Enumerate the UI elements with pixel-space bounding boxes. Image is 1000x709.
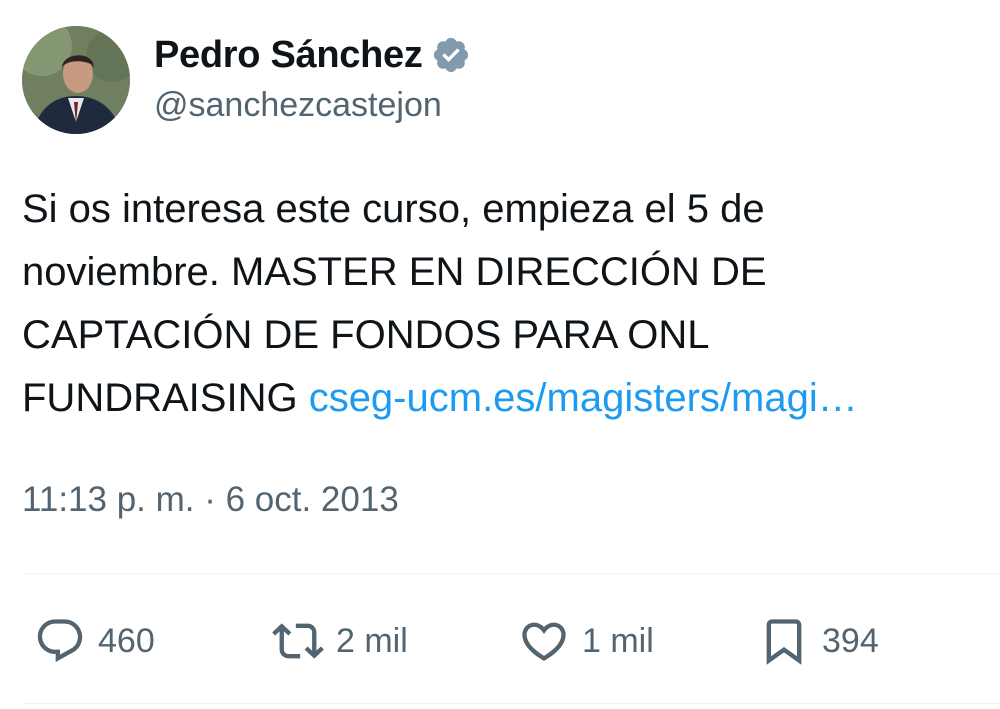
like-count: 1 mil [582,621,654,660]
avatar[interactable] [22,26,130,134]
reply-count: 460 [98,621,155,660]
tweet-text-line: CAPTACIÓN DE FONDOS PARA ONL [22,313,710,357]
heart-icon [518,615,570,667]
reply-button[interactable]: 460 [34,608,155,674]
divider [22,703,1000,704]
tweet-text-line: Si os interesa este curso, empieza el 5 … [22,187,765,231]
divider [22,573,1000,574]
retweet-icon [272,615,324,667]
tweet-timestamp[interactable]: 11:13 p. m. · 6 oct. 2013 [22,480,399,520]
tweet-text-fragment: FUNDRAISING [22,376,309,420]
retweet-count: 2 mil [336,621,408,660]
bookmark-button[interactable]: 394 [758,608,879,674]
like-button[interactable]: 1 mil [518,608,654,674]
bookmark-icon [758,615,810,667]
tweet-link[interactable]: cseg-ucm.es/magisters/magi… [309,376,858,420]
verified-badge-icon [431,35,471,75]
author-name-row: Pedro Sánchez [154,30,471,80]
bookmark-count: 394 [822,621,879,660]
retweet-button[interactable]: 2 mil [272,608,408,674]
tweet-text: Si os interesa este curso, empieza el 5 … [22,178,982,430]
author-handle[interactable]: @sanchezcastejon [154,86,442,125]
author-display-name[interactable]: Pedro Sánchez [154,34,423,77]
tweet-text-line-with-link: FUNDRAISING cseg-ucm.es/magisters/magi… [22,367,982,430]
tweet-card: Pedro Sánchez @sanchezcastejon Si os int… [0,0,1000,709]
tweet-text-line: noviembre. MASTER EN DIRECCIÓN DE [22,250,767,294]
tweet-actions-bar: 460 2 mil 1 mil 394 [0,608,1000,674]
reply-icon [34,615,86,667]
avatar-image [22,26,130,134]
